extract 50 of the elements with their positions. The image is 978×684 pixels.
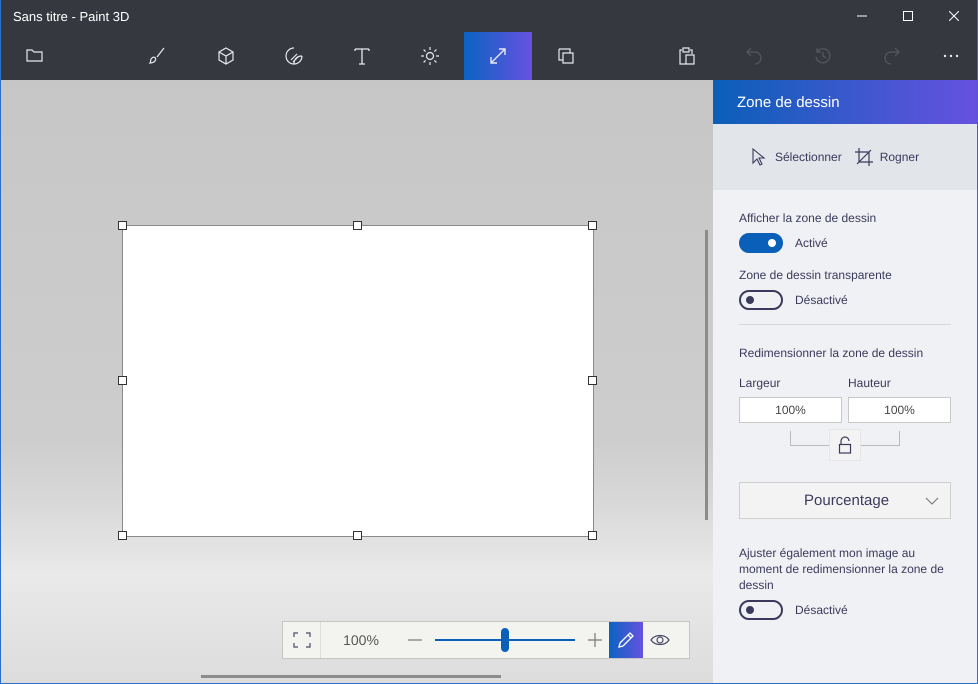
plus-icon <box>588 633 602 647</box>
fit-screen-icon <box>292 632 310 648</box>
pencil-icon <box>616 630 636 650</box>
toggle-switch[interactable] <box>739 233 783 253</box>
unit-dropdown[interactable]: Pourcentage <box>739 482 951 519</box>
resize-icon <box>488 46 508 66</box>
resize-handle[interactable] <box>118 531 127 540</box>
lock-button[interactable] <box>829 429 861 461</box>
panel-title: Zone de dessin <box>737 94 840 110</box>
sun-icon <box>420 46 440 66</box>
close-icon <box>949 11 959 21</box>
resize-handle[interactable] <box>588 221 597 230</box>
text-icon <box>352 46 372 66</box>
zoom-value: 100% <box>342 632 380 648</box>
unlocked-icon <box>838 436 852 454</box>
cube-icon <box>216 46 236 66</box>
window-title: Sans titre - Paint 3D <box>13 8 130 24</box>
maximize-icon <box>903 11 913 21</box>
resize-handle[interactable] <box>588 531 597 540</box>
minimize-icon <box>857 15 867 17</box>
select-button[interactable]: Sélectionner <box>747 145 844 169</box>
crop-button[interactable]: Rogner <box>852 145 922 169</box>
toggle-state: Activé <box>795 236 828 250</box>
toggle-state: Désactivé <box>795 603 848 617</box>
resize-handle[interactable] <box>588 376 597 385</box>
field-label: Largeur <box>739 376 782 390</box>
sticker-icon <box>284 46 304 66</box>
toggle-state: Désactivé <box>795 293 848 307</box>
resize-handle[interactable] <box>118 221 127 230</box>
toggle-switch[interactable] <box>739 600 783 620</box>
input-field[interactable]: 100% <box>739 397 842 423</box>
layers-icon <box>556 46 576 66</box>
link-line <box>861 430 900 446</box>
resize-handle[interactable] <box>118 376 127 385</box>
input-field[interactable]: 100% <box>848 397 951 423</box>
chevron-icon <box>924 496 940 506</box>
minus-icon <box>408 639 422 641</box>
scrollbar[interactable] <box>201 675 501 678</box>
setting-label: Afficher la zone de dessin <box>739 210 878 226</box>
view-mode-button[interactable] <box>609 622 643 658</box>
field-label: Hauteur <box>848 376 892 390</box>
section-title: Redimensionner la zone de dessin <box>739 345 924 361</box>
toggle-switch[interactable] <box>739 290 783 310</box>
resize-handle[interactable] <box>353 531 362 540</box>
scrollbar[interactable] <box>705 230 708 520</box>
slider-thumb[interactable] <box>501 628 509 652</box>
setting-label: Zone de dessin transparente <box>739 267 893 283</box>
crop-icon <box>854 147 874 167</box>
resize-handle[interactable] <box>353 221 362 230</box>
setting-label: Ajuster également mon image au moment de redimensionner la zone de dessin <box>739 545 945 593</box>
